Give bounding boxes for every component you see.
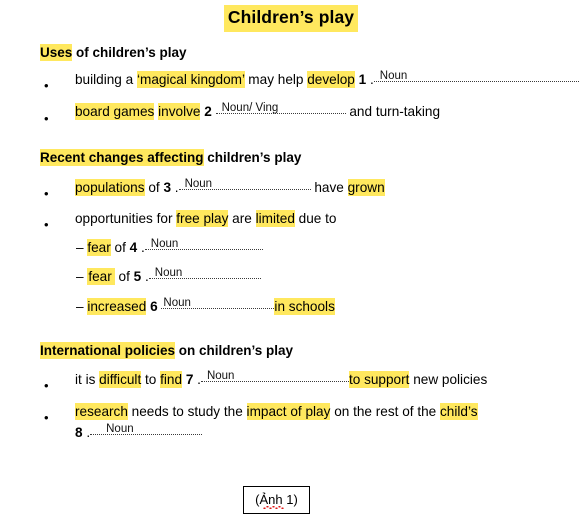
bullet-4-mid: are — [228, 211, 256, 226]
gap-number-8: 8 — [75, 425, 83, 440]
gap-answer-6: Noun — [163, 296, 191, 309]
bullet-3-mid: of — [144, 180, 164, 195]
gap-blank-6[interactable]: Noun — [161, 297, 275, 311]
bullet-5-post-plain: new policies — [409, 372, 488, 387]
gap-answer-3: Noun — [184, 177, 213, 190]
gap-blank-3[interactable]: Noun — [178, 178, 311, 192]
bullet-marker: • — [44, 78, 49, 93]
gap-answer-5: Noun — [154, 266, 183, 279]
bullet-6-highlight-c: child’s — [440, 403, 478, 420]
bullet-line-6: research needs to study the impact of pl… — [75, 403, 478, 421]
section-heading-international-policies: International policies on children’s pla… — [40, 342, 294, 359]
section-heading-recent-changes-highlight: Recent changes affecting — [40, 149, 204, 166]
worksheet-page: Children’s play Uses of children’s play … — [0, 0, 582, 529]
section-heading-international-policies-rest: on children’s play — [175, 343, 294, 358]
bullet-1-pre: building a — [75, 72, 137, 87]
sub-bullet-marker: – — [76, 240, 84, 255]
bullet-6-highlight-b: impact of play — [246, 403, 331, 420]
sub-bullet-3-post-highlight: in schools — [274, 298, 335, 315]
bullet-marker: • — [44, 378, 49, 393]
bullet-line-4: opportunities for free play are limited … — [75, 210, 337, 228]
sub-bullet-marker: – — [76, 299, 84, 314]
gap-number-1: 1 — [358, 72, 367, 87]
sub-bullet-marker: – — [76, 269, 84, 284]
sub-bullet-2-highlight: fear — [87, 268, 115, 285]
gap-answer-4: Noun — [150, 237, 179, 250]
bullet-marker: • — [44, 186, 49, 201]
gap-number-3: 3 — [163, 180, 171, 195]
bullet-5-mid: to — [141, 372, 161, 387]
bullet-6-mid-2: on the rest of the — [330, 404, 440, 419]
bullet-line-2: board games involve 2 Noun/ Ving and tur… — [75, 102, 441, 121]
bullet-5-highlight-a: difficult — [99, 371, 142, 388]
gap-blank-4[interactable]: Noun — [144, 238, 263, 252]
gap-blank-7[interactable]: Noun — [200, 370, 349, 384]
bullet-4-pre: opportunities for — [75, 211, 177, 226]
sub-bullet-line-1: – fear of 4 . Noun — [76, 238, 263, 257]
sub-bullet-2-mid: of — [114, 269, 134, 284]
bullet-3-highlight-a: populations — [75, 179, 145, 196]
caption-box: (Ảnh 1) — [243, 486, 310, 514]
section-heading-uses-highlight: Uses — [40, 44, 73, 61]
gap-blank-1[interactable]: Noun — [373, 70, 579, 84]
bullet-line-1: building a ‘magical kingdom’ may help de… — [75, 70, 579, 89]
bullet-6-mid: needs to study the — [127, 404, 247, 419]
sub-bullet-line-2: – fear of 5 . Noun — [76, 267, 261, 286]
section-heading-recent-changes: Recent changes affecting children’s play — [40, 149, 302, 166]
bullet-4-highlight-a: free play — [176, 210, 229, 227]
bullet-1-mid: may help — [244, 72, 308, 87]
gap-number-4: 4 — [129, 240, 138, 255]
bullet-3-post-highlight: grown — [347, 179, 385, 196]
bullet-line-3: populations of 3 . Noun have grown — [75, 177, 385, 196]
bullet-5-pre: it is — [75, 372, 100, 387]
bullet-2-highlight-a: board games — [75, 103, 155, 120]
gap-number-2: 2 — [204, 104, 212, 119]
bullet-4-post: due to — [294, 211, 337, 226]
gap-blank-2[interactable]: Noun/ Ving — [215, 102, 346, 116]
caption-text: (Ảnh 1) — [255, 491, 298, 509]
section-heading-international-policies-highlight: International policies — [40, 342, 176, 359]
page-title-text: Children’s play — [223, 5, 359, 32]
section-heading-recent-changes-rest: children’s play — [203, 150, 302, 165]
bullet-2-post: and turn-taking — [349, 104, 441, 119]
page-title: Children’s play — [0, 0, 582, 32]
bullet-5-highlight-b: find — [160, 371, 183, 388]
sub-bullet-line-3: – increased 6 Noun in schools — [76, 297, 335, 316]
bullet-marker: • — [44, 410, 49, 425]
gap-answer-2: Noun/ Ving — [221, 101, 279, 114]
gap-number-7: 7 — [185, 372, 194, 387]
bullet-5-post-highlight: to support — [348, 371, 410, 388]
bullet-2-highlight-b: involve — [158, 103, 201, 120]
sub-bullet-1-highlight: fear — [87, 239, 111, 256]
bullet-3-post-plain: have — [314, 180, 348, 195]
bullet-marker: • — [44, 217, 49, 232]
gap-blank-8[interactable]: Noun — [90, 423, 203, 437]
gap-blank-5[interactable]: Noun — [148, 267, 261, 281]
gap-answer-8: Noun — [106, 422, 134, 435]
bullet-line-5: it is difficult to find 7 . Noun to suppor… — [75, 369, 488, 388]
section-heading-uses: Uses of children’s play — [40, 44, 187, 61]
gap-number-5: 5 — [133, 269, 142, 284]
gap-number-6: 6 — [150, 299, 158, 314]
gap-answer-1: Noun — [379, 69, 408, 82]
bullet-4-highlight-b: limited — [255, 210, 295, 227]
bullet-1-verb-highlight: develop — [307, 71, 355, 88]
sub-bullet-1-mid: of — [110, 240, 130, 255]
bullet-6-highlight-a: research — [75, 403, 128, 420]
sub-bullet-3-highlight: increased — [87, 298, 147, 315]
section-heading-uses-rest: of children’s play — [72, 45, 187, 60]
bullet-marker: • — [44, 111, 49, 126]
bullet-line-6-continuation: 8 . Noun — [75, 423, 203, 442]
bullet-1-quoted-highlight: ‘magical kingdom’ — [136, 71, 245, 88]
gap-answer-7: Noun — [206, 369, 235, 382]
